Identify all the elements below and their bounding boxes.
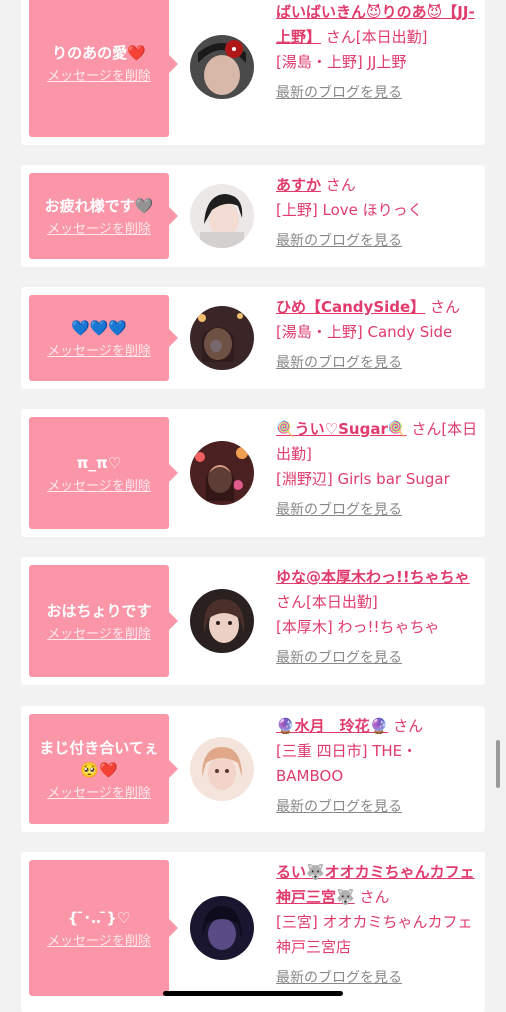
avatar-image bbox=[190, 737, 254, 801]
sender-suffix: さん[本日出勤] bbox=[325, 28, 428, 46]
avatar[interactable] bbox=[190, 441, 254, 505]
shop-text: [湯島・上野] Candy Side bbox=[276, 323, 453, 341]
delete-message-link[interactable]: メッセージを削除 bbox=[47, 785, 151, 802]
home-indicator[interactable] bbox=[163, 991, 343, 996]
message-card: π_π♡ メッセージを削除 🍭うい♡Sugar🍭 さん[本日出勤] [淵野辺] … bbox=[21, 409, 485, 537]
message-bubble: お疲れ様です🩶 メッセージを削除 bbox=[29, 173, 178, 259]
message-card: まじ付き合いてぇ🥺❤️ メッセージを削除 🔮水月 玲花🔮 さん [三重 四日市]… bbox=[21, 706, 485, 832]
latest-blog-link[interactable]: 最新のブログを見る bbox=[276, 797, 402, 817]
message-text: まじ付き合いてぇ🥺❤️ bbox=[39, 738, 159, 779]
message-bubble: π_π♡ メッセージを削除 bbox=[29, 417, 178, 529]
message-card: お疲れ様です🩶 メッセージを削除 あすか さん [上野] Love ほりっく 最… bbox=[21, 165, 485, 267]
sender-name-link[interactable]: あすか bbox=[276, 176, 321, 194]
sender-name-link[interactable]: 🍭うい♡Sugar🍭 bbox=[276, 420, 407, 438]
scrollbar[interactable] bbox=[496, 740, 500, 788]
avatar[interactable] bbox=[190, 35, 254, 99]
message-text: π_π♡ bbox=[76, 453, 122, 472]
sender-name-link[interactable]: 🔮水月 玲花🔮 bbox=[276, 717, 388, 735]
sender-suffix: さん bbox=[325, 176, 356, 194]
avatar-image bbox=[190, 589, 254, 653]
message-bubble: まじ付き合いてぇ🥺❤️ メッセージを削除 bbox=[29, 714, 178, 824]
sender-info: ひめ【CandySide】 さん [湯島・上野] Candy Side 最新のブ… bbox=[276, 295, 482, 373]
shop-text: [淵野辺] Girls bar Sugar bbox=[276, 470, 450, 488]
sender-name-link[interactable]: ゆな@本厚木わっ!!ちゃちゃ bbox=[276, 568, 470, 586]
delete-message-link[interactable]: メッセージを削除 bbox=[47, 68, 151, 85]
sender-info: 🔮水月 玲花🔮 さん [三重 四日市] THE・BAMBOO 最新のブログを見る bbox=[276, 714, 482, 817]
message-card: りのあの愛❤️ メッセージを削除 ばいばいきん😈りのあ😈【JJ-上野】 さん[本… bbox=[21, 0, 485, 145]
message-text: お疲れ様です🩶 bbox=[44, 196, 154, 215]
sender-name-link[interactable]: ひめ【CandySide】 bbox=[276, 298, 425, 316]
sender-suffix: さん bbox=[359, 888, 390, 906]
latest-blog-link[interactable]: 最新のブログを見る bbox=[276, 83, 402, 103]
sender-info: 🍭うい♡Sugar🍭 さん[本日出勤] [淵野辺] Girls bar Suga… bbox=[276, 417, 482, 520]
latest-blog-link[interactable]: 最新のブログを見る bbox=[276, 648, 402, 668]
shop-text: [三重 四日市] THE・BAMBOO bbox=[276, 742, 418, 785]
delete-message-link[interactable]: メッセージを削除 bbox=[47, 478, 151, 495]
sender-suffix: さん bbox=[429, 298, 460, 316]
avatar-image bbox=[190, 306, 254, 370]
delete-message-link[interactable]: メッセージを削除 bbox=[47, 933, 151, 950]
message-card: { ̄･‥ ̄}♡ メッセージを削除 るい🐺オオカミちゃんカフェ神戸三宮🐺 さん… bbox=[21, 852, 485, 1012]
sender-suffix: さん[本日出勤] bbox=[276, 593, 378, 611]
sender-info: ゆな@本厚木わっ!!ちゃちゃ さん[本日出勤] [本厚木] わっ!!ちゃちゃ 最… bbox=[276, 565, 482, 668]
shop-text: [本厚木] わっ!!ちゃちゃ bbox=[276, 618, 440, 636]
avatar[interactable] bbox=[190, 589, 254, 653]
message-card: おはちょりです メッセージを削除 ゆな@本厚木わっ!!ちゃちゃ さん[本日出勤]… bbox=[21, 557, 485, 685]
message-text: りのあの愛❤️ bbox=[52, 44, 146, 62]
delete-message-link[interactable]: メッセージを削除 bbox=[47, 626, 151, 643]
latest-blog-link[interactable]: 最新のブログを見る bbox=[276, 231, 402, 251]
avatar[interactable] bbox=[190, 896, 254, 960]
avatar-image bbox=[190, 896, 254, 960]
message-text: 💙💙💙 bbox=[70, 318, 128, 337]
shop-text: [三宮] オオカミちゃんカフェ神戸三宮店 bbox=[276, 913, 473, 956]
delete-message-link[interactable]: メッセージを削除 bbox=[47, 221, 151, 238]
latest-blog-link[interactable]: 最新のブログを見る bbox=[276, 353, 402, 373]
sender-info: るい🐺オオカミちゃんカフェ神戸三宮🐺 さん [三宮] オオカミちゃんカフェ神戸三… bbox=[276, 860, 482, 988]
avatar[interactable] bbox=[190, 737, 254, 801]
avatar-image bbox=[190, 441, 254, 505]
sender-info: あすか さん [上野] Love ほりっく 最新のブログを見る bbox=[276, 173, 482, 251]
sender-info: ばいばいきん😈りのあ😈【JJ-上野】 さん[本日出勤] [湯島・上野] JJ上野… bbox=[276, 0, 482, 103]
message-text: おはちょりです bbox=[46, 601, 152, 620]
message-bubble: りのあの愛❤️ メッセージを削除 bbox=[29, 0, 178, 137]
avatar[interactable] bbox=[190, 306, 254, 370]
message-text: { ̄･‥ ̄}♡ bbox=[67, 908, 131, 927]
message-bubble: { ̄･‥ ̄}♡ メッセージを削除 bbox=[29, 860, 178, 996]
delete-message-link[interactable]: メッセージを削除 bbox=[47, 343, 151, 360]
message-bubble: 💙💙💙 メッセージを削除 bbox=[29, 295, 178, 381]
message-bubble: おはちょりです メッセージを削除 bbox=[29, 565, 178, 677]
sender-suffix: さん bbox=[393, 717, 424, 735]
latest-blog-link[interactable]: 最新のブログを見る bbox=[276, 968, 402, 988]
shop-text: [上野] Love ほりっく bbox=[276, 201, 423, 219]
avatar[interactable] bbox=[190, 184, 254, 248]
avatar-image bbox=[190, 184, 254, 248]
latest-blog-link[interactable]: 最新のブログを見る bbox=[276, 500, 402, 520]
message-card: 💙💙💙 メッセージを削除 ひめ【CandySide】 さん [湯島・上野] Ca… bbox=[21, 287, 485, 389]
avatar-image bbox=[190, 35, 254, 99]
shop-text: [湯島・上野] JJ上野 bbox=[276, 53, 407, 71]
